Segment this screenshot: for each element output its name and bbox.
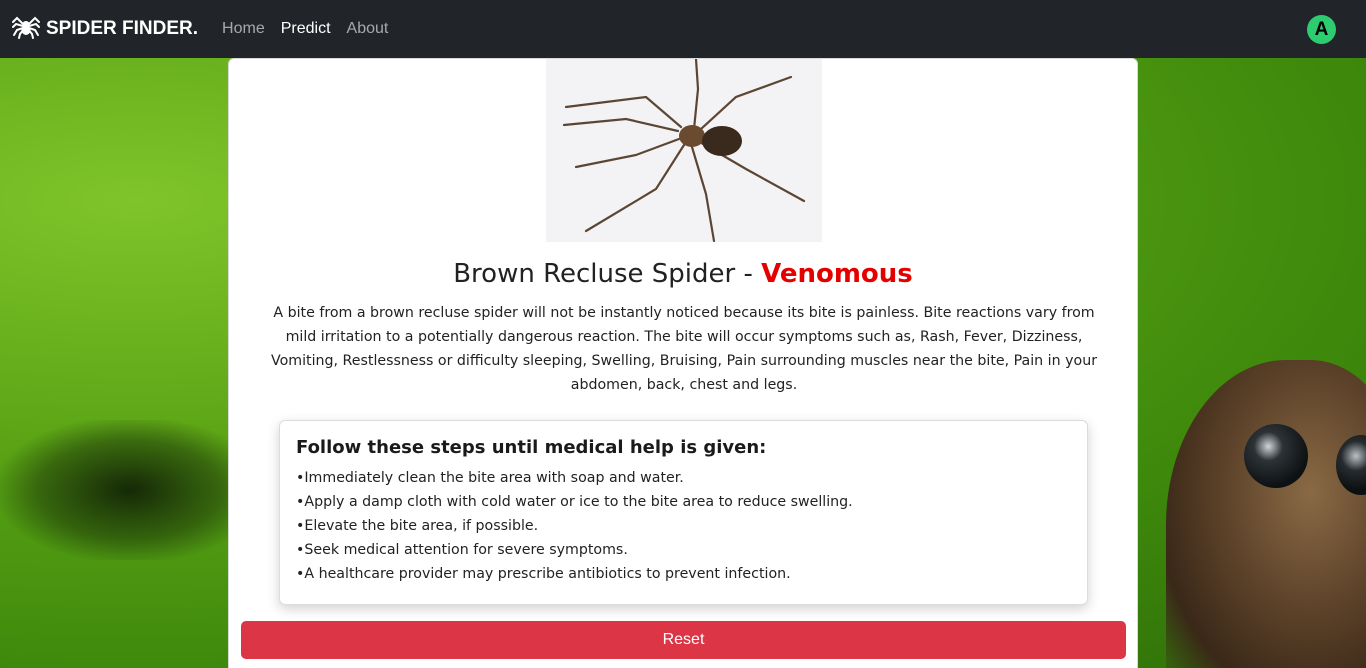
brand[interactable]: SPIDER FINDER. xyxy=(12,13,198,45)
steps-list: Immediately clean the bite area with soa… xyxy=(296,466,1071,586)
user-avatar[interactable]: A xyxy=(1307,15,1336,44)
first-aid-steps: Follow these steps until medical help is… xyxy=(279,420,1088,605)
species-name: Brown Recluse Spider - xyxy=(453,259,762,289)
background-shadow xyxy=(0,420,260,560)
spider-logo-icon xyxy=(12,13,46,45)
step-item: Seek medical attention for severe sympto… xyxy=(296,538,1071,562)
reset-button[interactable]: Reset xyxy=(241,621,1126,659)
step-item: A healthcare provider may prescribe anti… xyxy=(296,562,1071,586)
spider-image xyxy=(546,57,822,243)
step-item: Immediately clean the bite area with soa… xyxy=(296,466,1071,490)
brand-name: SPIDER FINDER. xyxy=(46,18,199,39)
navbar: SPIDER FINDER. Home Predict About A xyxy=(0,0,1366,58)
nav-home[interactable]: Home xyxy=(214,20,273,38)
background-spider-eye xyxy=(1244,424,1308,488)
background-jumping-spider xyxy=(1166,360,1366,668)
result-card: Brown Recluse Spider - Venomous A bite f… xyxy=(228,57,1138,668)
nav-predict[interactable]: Predict xyxy=(273,20,339,38)
step-item: Elevate the bite area, if possible. xyxy=(296,514,1071,538)
nav-about[interactable]: About xyxy=(339,20,397,38)
species-description: A bite from a brown recluse spider will … xyxy=(270,305,1098,393)
step-item: Apply a damp cloth with cold water or ic… xyxy=(296,490,1071,514)
steps-heading: Follow these steps until medical help is… xyxy=(296,437,767,458)
venom-status: Venomous xyxy=(761,259,913,289)
result-title: Brown Recluse Spider - Venomous xyxy=(229,259,1137,289)
